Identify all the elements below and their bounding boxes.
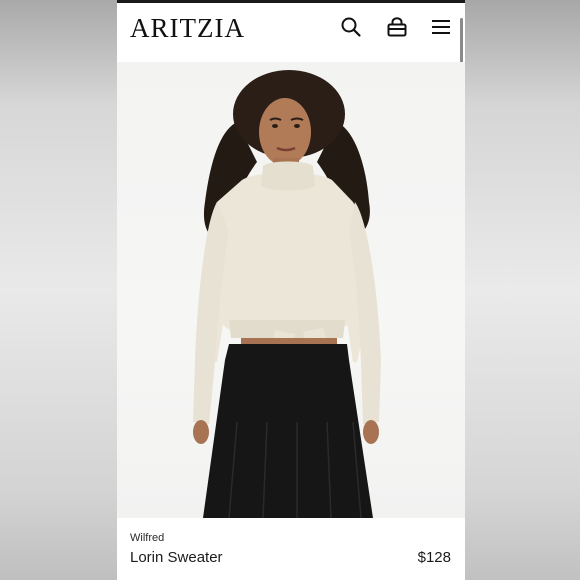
product-image[interactable] bbox=[117, 62, 465, 518]
menu-icon bbox=[432, 20, 450, 34]
product-info: Wilfred Lorin Sweater $128 bbox=[117, 518, 465, 580]
product-name[interactable]: Lorin Sweater bbox=[130, 549, 223, 566]
site-header: ARITZIA bbox=[117, 3, 465, 55]
background-left bbox=[0, 0, 117, 580]
shopping-bag-button[interactable] bbox=[384, 14, 410, 40]
product-brand[interactable]: Wilfred bbox=[130, 532, 164, 544]
bag-icon bbox=[387, 17, 407, 37]
brand-logo[interactable]: ARITZIA bbox=[130, 13, 245, 43]
product-price: $128 bbox=[417, 549, 451, 566]
model-illustration bbox=[193, 70, 381, 518]
search-icon bbox=[341, 17, 361, 37]
background-right bbox=[465, 0, 580, 580]
phone-screen: ARITZIA Wilfred Lorin Sweater $128 bbox=[117, 0, 465, 580]
menu-button[interactable] bbox=[428, 14, 454, 40]
search-button[interactable] bbox=[338, 14, 364, 40]
